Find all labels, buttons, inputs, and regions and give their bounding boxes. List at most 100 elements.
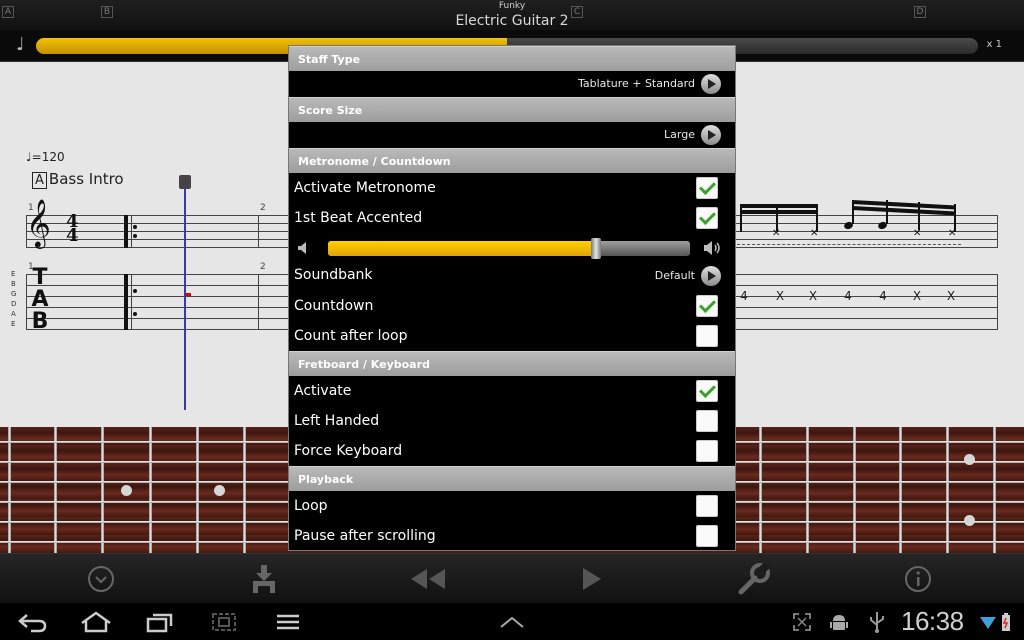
playback-cursor[interactable] [184, 188, 186, 410]
bar-line [131, 274, 132, 330]
force-keyboard-row[interactable]: Force Keyboard [289, 436, 735, 466]
fretboard-activate-label: Activate [294, 383, 352, 399]
tab-fret-number: 4 [740, 289, 748, 303]
home-icon[interactable] [74, 603, 118, 640]
system-bar: 16:38 [0, 603, 1024, 640]
section-marker-c[interactable]: C [571, 6, 583, 18]
fret-inlay [214, 485, 225, 496]
screenshot-icon[interactable] [202, 603, 246, 640]
left-handed-checkbox[interactable] [696, 410, 718, 432]
string-name: G [11, 290, 17, 298]
chevron-right-icon[interactable] [701, 74, 721, 94]
force-keyboard-checkbox[interactable] [696, 440, 718, 462]
loop-row[interactable]: Loop [289, 491, 735, 521]
fret-inlay [964, 515, 975, 526]
fretboard-activate-checkbox[interactable] [696, 380, 718, 402]
music-note-icon: ♩ [16, 34, 25, 55]
repeat-bar [124, 274, 128, 330]
note-beam [740, 204, 818, 208]
fretboard-activate-row[interactable]: Activate [289, 376, 735, 406]
info-circle-icon[interactable] [888, 554, 948, 604]
recent-apps-icon[interactable] [138, 603, 182, 640]
x-notehead: ✕ [810, 228, 819, 239]
tab-fret-number: 4 [844, 289, 852, 303]
countdown-checkbox[interactable] [696, 295, 718, 317]
treble-clef-icon: 𝄞 [26, 198, 51, 247]
measure-number: 2 [260, 203, 266, 213]
chevron-right-icon[interactable] [701, 125, 721, 145]
wrench-icon[interactable] [724, 554, 784, 604]
fret [149, 427, 152, 553]
volume-low-icon [298, 242, 306, 254]
bar-line [131, 215, 132, 248]
fret [54, 427, 57, 553]
staff-type-row[interactable]: Tablature + Standard [289, 71, 735, 97]
soundbank-label: Soundbank [294, 267, 373, 283]
tab-fret-number: X [775, 289, 785, 303]
fret [806, 427, 809, 553]
repeat-dot [133, 289, 137, 293]
repeat-dot [133, 225, 137, 229]
pause-after-scrolling-row[interactable]: Pause after scrolling [289, 521, 735, 550]
fret-inlay [964, 454, 975, 465]
fret [101, 427, 104, 553]
tab-fret-number: X [808, 289, 818, 303]
section-box: A [32, 172, 47, 189]
pause-after-scrolling-label: Pause after scrolling [294, 528, 436, 544]
tab-letter: T [32, 265, 48, 290]
section-label: A Bass Intro [32, 170, 124, 189]
volume-slider-thumb[interactable] [590, 238, 601, 259]
speed-label[interactable]: x 1 [987, 39, 1002, 50]
metronome-header: Metronome / Countdown [289, 148, 735, 173]
wifi-icon [977, 603, 999, 640]
fret-inlay [121, 485, 132, 496]
soundbank-row[interactable]: Soundbank Default [289, 261, 735, 291]
volume-slider-fill [328, 241, 596, 256]
chevron-up-icon[interactable] [490, 603, 534, 640]
first-beat-accented-checkbox[interactable] [696, 207, 718, 229]
section-marker-b[interactable]: B [101, 6, 113, 18]
measure-number: 2 [260, 262, 266, 272]
metronome-volume-slider[interactable] [328, 241, 690, 256]
fretboard-header: Fretboard / Keyboard [289, 351, 735, 376]
chevron-right-icon[interactable] [701, 266, 721, 286]
section-marker-a[interactable]: A [2, 6, 14, 18]
fret [759, 427, 762, 553]
staff-type-header: Staff Type [289, 46, 735, 71]
song-title: Funky [498, 1, 526, 11]
tab-clef: T A B [30, 267, 50, 333]
dropdown-circle-icon[interactable] [71, 554, 131, 604]
left-handed-row[interactable]: Left Handed [289, 406, 735, 436]
back-icon[interactable] [10, 603, 54, 640]
first-beat-accented-row[interactable]: 1st Beat Accented [289, 203, 735, 233]
playback-header: Playback [289, 466, 735, 491]
play-icon[interactable] [561, 554, 621, 604]
menu-icon[interactable] [266, 603, 310, 640]
first-beat-accented-label: 1st Beat Accented [294, 210, 423, 226]
battery-icon [999, 603, 1013, 640]
countdown-row[interactable]: Countdown [289, 291, 735, 321]
section-marker-d[interactable]: D [914, 6, 926, 18]
rewind-icon[interactable] [397, 554, 457, 604]
note-stem [740, 204, 742, 232]
playback-cursor-handle[interactable] [179, 175, 191, 189]
title-bar: Funky Electric Guitar 2 A B C D [0, 0, 1024, 30]
count-after-loop-checkbox[interactable] [696, 325, 718, 347]
loop-checkbox[interactable] [696, 495, 718, 517]
fullscreen-icon [790, 603, 814, 640]
left-handed-label: Left Handed [294, 413, 380, 429]
count-after-loop-row[interactable]: Count after loop [289, 321, 735, 351]
dashed-bracket [737, 244, 961, 245]
pause-after-scrolling-checkbox[interactable] [696, 525, 718, 547]
track-title[interactable]: Electric Guitar 2 [0, 13, 1024, 29]
tab-fret-number: 4 [879, 289, 887, 303]
download-tray-icon[interactable] [234, 554, 294, 604]
fret [243, 427, 246, 553]
string-names: E B G D A E [11, 269, 19, 329]
activate-metronome-row[interactable]: Activate Metronome [289, 173, 735, 203]
activate-metronome-checkbox[interactable] [696, 177, 718, 199]
score-size-row[interactable]: Large [289, 122, 735, 148]
string-name: A [11, 310, 16, 318]
section-name: Bass Intro [48, 170, 124, 188]
string-name: D [11, 300, 17, 308]
